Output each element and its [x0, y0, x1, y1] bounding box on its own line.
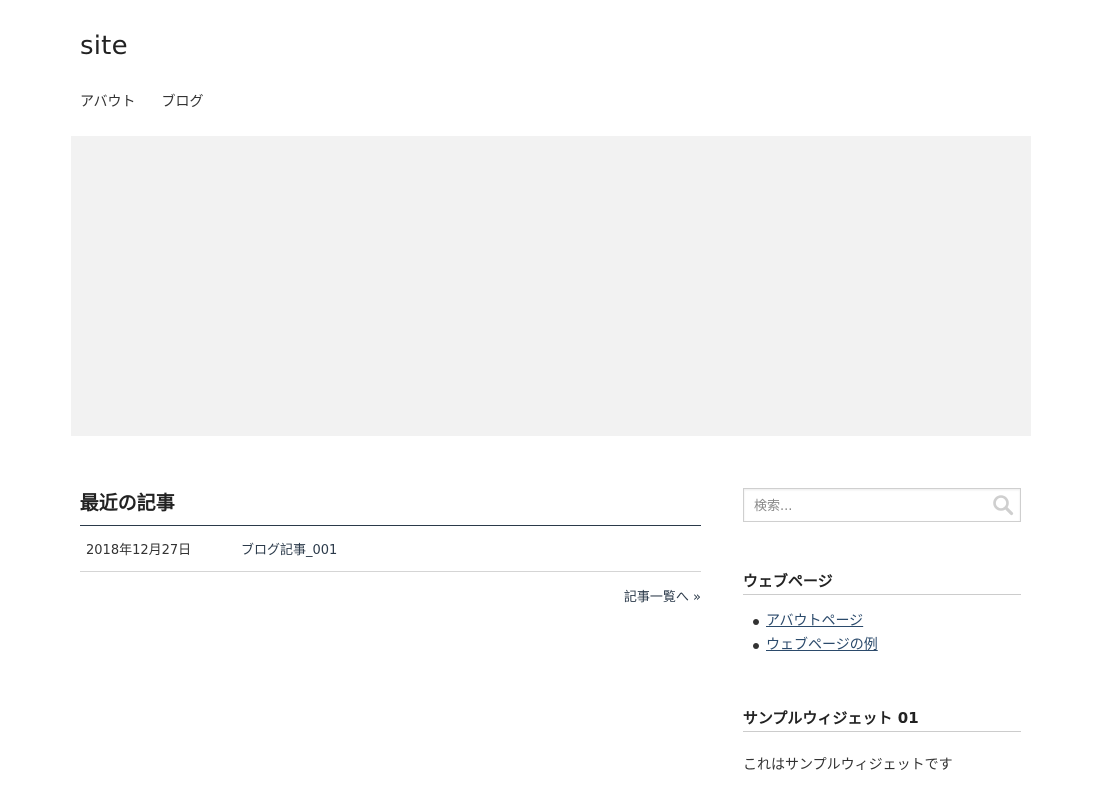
bullet-icon	[753, 619, 759, 625]
hero-banner	[71, 136, 1031, 436]
pages-widget-title: ウェブページ	[743, 570, 1021, 595]
post-date: 2018年12月27日	[86, 543, 192, 558]
search-box	[743, 488, 1021, 523]
search-icon[interactable]	[992, 494, 1014, 516]
recent-posts-section: 最近の記事 2018年12月27日 ブログ記事_001 記事一覧へ »	[80, 488, 701, 605]
post-row: 2018年12月27日 ブログ記事_001	[80, 526, 701, 572]
sidebar: ウェブページ アバウトページ ウェブページの例 サンプルウィジェット 01 これ…	[743, 488, 1021, 774]
list-item: ウェブページの例	[743, 633, 1021, 657]
bullet-icon	[753, 643, 759, 649]
pages-list: アバウトページ ウェブページの例	[743, 609, 1021, 657]
page-link-about[interactable]: アバウトページ	[766, 613, 863, 629]
sample-widget-text: これはサンプルウィジェットです	[743, 757, 953, 773]
site-title[interactable]: site	[80, 28, 128, 64]
more-link-container: 記事一覧へ »	[80, 586, 701, 605]
pages-widget: ウェブページ アバウトページ ウェブページの例	[743, 570, 1021, 657]
search-input[interactable]	[752, 489, 986, 523]
nav-item-about[interactable]: アバウト	[80, 91, 135, 111]
post-title-link[interactable]: ブログ記事_001	[241, 539, 337, 558]
global-nav: アバウト ブログ	[80, 91, 203, 111]
page-link-example[interactable]: ウェブページの例	[766, 637, 878, 653]
all-posts-link[interactable]: 記事一覧へ »	[624, 590, 701, 605]
nav-item-blog[interactable]: ブログ	[161, 91, 203, 111]
sample-widget: サンプルウィジェット 01 これはサンプルウィジェットです	[743, 707, 1021, 774]
recent-posts-title: 最近の記事	[80, 488, 701, 526]
list-item: アバウトページ	[743, 609, 1021, 633]
sample-widget-title: サンプルウィジェット 01	[743, 707, 1021, 732]
